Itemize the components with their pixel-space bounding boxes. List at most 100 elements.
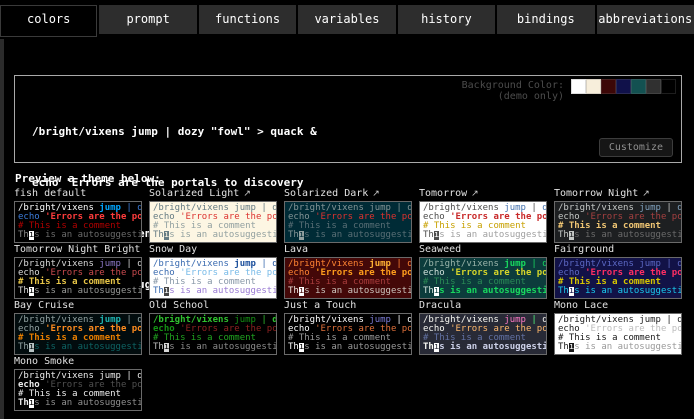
token-autosug: s is an autosuggestion [169, 230, 277, 240]
theme-name-label: Tomorrow Night Bright↗ [14, 244, 142, 256]
theme-preview-box[interactable]: /bright/vixens jump | dozy "echo 'Errors… [419, 257, 547, 299]
theme-card-dracula[interactable]: Dracula/bright/vixens jump | dozy "echo … [419, 300, 547, 355]
theme-grid: fish default/bright/vixens jump | dozy "… [14, 188, 692, 412]
theme-preview-box[interactable]: /bright/vixens jump | dozy "echo 'Errors… [284, 257, 412, 299]
theme-preview-box[interactable]: /bright/vixens jump | dozy "echo 'Errors… [14, 257, 142, 299]
theme-preview-box[interactable]: /bright/vixens jump | dozy "echo 'Errors… [14, 313, 142, 355]
token-autosug: s is an autosuggestion [574, 342, 682, 352]
theme-preview-box[interactable]: /bright/vixens jump | dozy "echo 'Errors… [554, 257, 682, 299]
theme-preview-box[interactable]: /bright/vixens jump | dozy "echo 'Errors… [14, 369, 142, 411]
theme-card-solarized-light[interactable]: Solarized Light↗/bright/vixens jump | do… [149, 188, 277, 243]
token-autosug: s is an autosuggestion [439, 342, 547, 352]
token-fg: Th [153, 286, 164, 296]
token-autosug: s is an autosuggestion [304, 342, 412, 352]
theme-name-label: Seaweed [419, 244, 547, 256]
tab-abbreviations[interactable]: abbreviations [597, 5, 694, 34]
theme-preview-line: This is an autosuggestion [288, 343, 408, 352]
token-autosug: s is an autosuggestion [34, 286, 142, 296]
tab-bar: colorspromptfunctionsvariableshistorybin… [0, 5, 694, 34]
token-autosug: s is an autosuggestion [34, 230, 142, 240]
theme-card-snow-day[interactable]: Snow Day/bright/vixens jump | dozy "echo… [149, 244, 277, 299]
token-fg: Th [153, 342, 164, 352]
theme-preview-line: This is an autosuggestion [18, 287, 138, 296]
theme-name-label: Tomorrow Night↗ [554, 188, 682, 200]
theme-name-label: Dracula [419, 300, 547, 312]
theme-preview-line: This is an autosuggestion [18, 399, 138, 408]
customize-button[interactable]: Customize [599, 138, 673, 157]
theme-preview-line: This is an autosuggestion [423, 287, 543, 296]
theme-preview-box[interactable]: /bright/vixens jump | dozy "echo 'Errors… [419, 313, 547, 355]
theme-preview-box[interactable]: /bright/vixens jump | dozy "echo 'Errors… [284, 313, 412, 355]
background-color-labels: Background Color: (demo only) [462, 80, 564, 102]
theme-name-label: Solarized Light↗ [149, 188, 277, 200]
external-link-icon[interactable]: ↗ [243, 189, 251, 199]
tab-prompt[interactable]: prompt [99, 5, 196, 34]
token-fg: Th [558, 286, 569, 296]
token-autosug: s is an autosuggestion [439, 230, 547, 240]
theme-preview-line: This is an autosuggestion [153, 231, 273, 240]
theme-card-solarized-dark[interactable]: Solarized Dark↗/bright/vixens jump | doz… [284, 188, 412, 243]
token-fg: Th [288, 342, 299, 352]
token-fg: Th [288, 286, 299, 296]
theme-name-label: Lava [284, 244, 412, 256]
tab-functions[interactable]: functions [199, 5, 296, 34]
theme-card-fairground[interactable]: Fairground/bright/vixens jump | dozy "ec… [554, 244, 682, 299]
theme-name-label: Fairground [554, 244, 682, 256]
token-fg: Th [423, 286, 434, 296]
token-fg: Th [18, 398, 29, 408]
token-autosug: s is an autosuggestion [304, 286, 412, 296]
token-autosug: s is an autosuggestion [574, 230, 682, 240]
theme-preview-line: This is an autosuggestion [18, 343, 138, 352]
theme-card-old-school[interactable]: Old School/bright/vixens jump | dozy "ec… [149, 300, 277, 355]
theme-card-fish-default[interactable]: fish default/bright/vixens jump | dozy "… [14, 188, 142, 243]
external-link-icon[interactable]: ↗ [642, 189, 650, 199]
bg-swatch-cream[interactable] [586, 79, 601, 94]
theme-preview-line: This is an autosuggestion [288, 287, 408, 296]
theme-card-tomorrow-night-bright[interactable]: Tomorrow Night Bright↗/bright/vixens jum… [14, 244, 142, 299]
background-color-picker: Background Color: (demo only) [462, 79, 676, 102]
theme-preview-box[interactable]: /bright/vixens jump | dozy "echo 'Errors… [554, 313, 682, 355]
theme-card-tomorrow[interactable]: Tomorrow↗/bright/vixens jump | dozy "ech… [419, 188, 547, 243]
tab-colors[interactable]: colors [0, 5, 97, 37]
theme-preview-box[interactable]: /bright/vixens jump | dozy "echo 'Errors… [149, 313, 277, 355]
theme-name-label: Snow Day [149, 244, 277, 256]
token-fg: Th [288, 230, 299, 240]
theme-preview-box[interactable]: /bright/vixens jump | dozy "echo 'Errors… [14, 201, 142, 243]
tab-variables[interactable]: variables [298, 5, 395, 34]
theme-card-just-a-touch[interactable]: Just a Touch/bright/vixens jump | dozy "… [284, 300, 412, 355]
theme-name-label: Just a Touch [284, 300, 412, 312]
bg-swatch-navy[interactable] [616, 79, 631, 94]
external-link-icon[interactable]: ↗ [471, 189, 479, 199]
theme-card-bay-cruise[interactable]: Bay Cruise/bright/vixens jump | dozy "ec… [14, 300, 142, 355]
theme-preview-line: This is an autosuggestion [558, 231, 678, 240]
background-color-label: Background Color: [462, 80, 564, 91]
theme-preview-box[interactable]: /bright/vixens jump | dozy "echo 'Errors… [554, 201, 682, 243]
theme-card-lava[interactable]: Lava/bright/vixens jump | dozy "echo 'Er… [284, 244, 412, 299]
color-preview-panel: Background Color: (demo only) /bright/vi… [14, 75, 682, 163]
theme-preview-box[interactable]: /bright/vixens jump | dozy "echo 'Errors… [284, 201, 412, 243]
theme-card-mono-smoke[interactable]: Mono Smoke/bright/vixens jump | dozy "ec… [14, 356, 142, 411]
external-link-icon[interactable]: ↗ [372, 189, 380, 199]
bg-swatch-black[interactable] [661, 79, 676, 94]
theme-name-label: Tomorrow↗ [419, 188, 547, 200]
tab-bindings[interactable]: bindings [497, 5, 594, 34]
bg-swatch-white[interactable] [571, 79, 586, 94]
preview-heading: Preview a theme below: [15, 172, 161, 185]
bg-swatch-charcoal[interactable] [646, 79, 661, 94]
bg-swatch-maroon[interactable] [601, 79, 616, 94]
token-fg: Th [558, 230, 569, 240]
theme-preview-line: This is an autosuggestion [153, 343, 273, 352]
theme-preview-box[interactable]: /bright/vixens jump | dozy "echo 'Errors… [149, 201, 277, 243]
window-edge [0, 39, 4, 419]
theme-card-tomorrow-night[interactable]: Tomorrow Night↗/bright/vixens jump | doz… [554, 188, 682, 243]
theme-card-seaweed[interactable]: Seaweed/bright/vixens jump | dozy "echo … [419, 244, 547, 299]
token-fg: Th [18, 342, 29, 352]
tab-history[interactable]: history [398, 5, 495, 34]
token-fg: Th [18, 230, 29, 240]
theme-preview-box[interactable]: /bright/vixens jump | dozy "echo 'Errors… [419, 201, 547, 243]
theme-preview-line: This is an autosuggestion [153, 287, 273, 296]
theme-card-mono-lace[interactable]: Mono Lace/bright/vixens jump | dozy "ech… [554, 300, 682, 355]
theme-preview-box[interactable]: /bright/vixens jump | dozy "echo 'Errors… [149, 257, 277, 299]
token-autosug: s is an autosuggestion [169, 286, 277, 296]
bg-swatch-teal[interactable] [631, 79, 646, 94]
